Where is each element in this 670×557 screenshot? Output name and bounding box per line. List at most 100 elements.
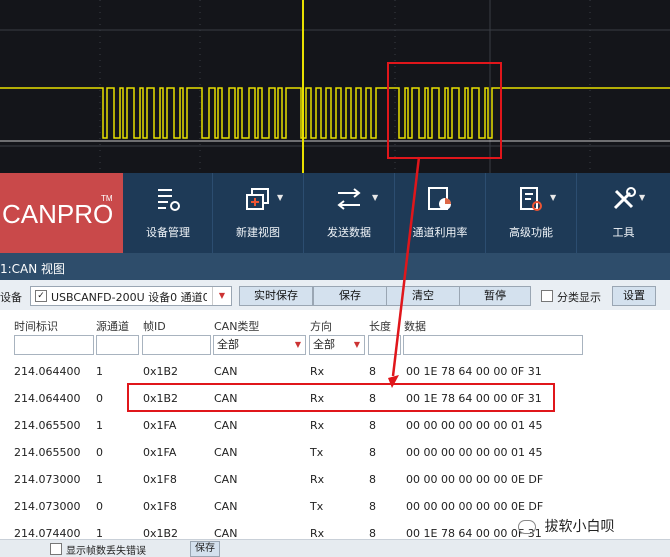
- frame-loss-label: 显示帧数丢失错误: [66, 546, 146, 557]
- filter-data-input[interactable]: [403, 335, 583, 355]
- realtime-save-button[interactable]: 实时保存: [239, 286, 313, 306]
- filter-timestamp-input[interactable]: [14, 335, 94, 355]
- frame-table: 时间标识 源通道 帧ID CAN类型 方向 长度 数据 全部 ▼ 全部 ▼ 21…: [0, 310, 670, 546]
- table-cell: 8: [369, 500, 376, 513]
- table-cell: 0: [96, 500, 103, 513]
- filter-length-input[interactable]: [368, 335, 401, 355]
- filter-source-channel-input[interactable]: [96, 335, 139, 355]
- table-cell: 00 00 00 00 00 00 01 45: [406, 446, 543, 459]
- table-cell: 0x1F8: [143, 500, 177, 513]
- table-cell: Rx: [310, 419, 325, 432]
- table-cell: CAN: [214, 473, 238, 486]
- header-frame-id: 帧ID: [143, 320, 166, 333]
- new-view-button[interactable]: ▼ 新建视图: [213, 173, 304, 253]
- table-cell: 8: [369, 365, 376, 378]
- save-button[interactable]: 保存: [313, 286, 387, 306]
- header-can-type: CAN类型: [214, 320, 260, 333]
- device-manage-label: 设备管理: [146, 226, 190, 239]
- table-row[interactable]: 214.065500 1 0x1FA CAN Rx 8 00 00 00 00 00 00 …: [0, 419, 670, 446]
- table-cell: 0x1FA: [143, 446, 177, 459]
- device-select[interactable]: ✓ USBCANFD-200U 设备0 通道0 ▼: [30, 286, 232, 306]
- table-cell: 1: [96, 365, 103, 378]
- table-cell: CAN: [214, 500, 238, 513]
- table-cell: CAN: [214, 365, 238, 378]
- table-cell: 1: [96, 473, 103, 486]
- logo-trademark: TM: [101, 194, 113, 203]
- new-view-label: 新建视图: [236, 226, 280, 239]
- filter-direction-select[interactable]: 全部 ▼: [309, 335, 365, 355]
- watermark: 拔软小白呗: [518, 516, 614, 536]
- new-view-dropdown-icon: ▼: [277, 193, 284, 202]
- advanced-dropdown-icon: ▼: [550, 193, 557, 202]
- tools-icon: [613, 187, 636, 210]
- channel-usage-icon: [428, 187, 451, 210]
- header-length: 长度: [369, 320, 391, 333]
- device-checkbox[interactable]: ✓: [35, 290, 47, 302]
- send-data-icon: [337, 188, 361, 210]
- table-cell: 214.073000: [14, 500, 81, 513]
- settings-button[interactable]: 设置: [612, 286, 656, 306]
- table-cell: 1: [96, 419, 103, 432]
- highlight-box-scope: [387, 62, 502, 159]
- header-data: 数据: [404, 320, 426, 333]
- table-cell: Tx: [310, 500, 324, 513]
- table-cell: 00 1E 78 64 00 00 0F 31: [406, 365, 542, 378]
- status-bar: 显示帧数丢失错误 保存: [0, 539, 670, 557]
- canpro-logo: CANPRO TM: [0, 173, 123, 253]
- device-manage-button[interactable]: 设备管理: [124, 173, 213, 253]
- advanced-icon: [520, 187, 542, 211]
- table-cell: 0: [96, 446, 103, 459]
- table-cell: 214.065500: [14, 419, 81, 432]
- table-cell: 214.073000: [14, 473, 81, 486]
- tools-label: 工具: [612, 226, 635, 239]
- chevron-down-icon: ▼: [294, 340, 301, 349]
- table-cell: 00 00 00 00 00 00 0E DF: [406, 473, 544, 486]
- waveform: [0, 0, 670, 173]
- frame-loss-checkbox[interactable]: [50, 543, 62, 555]
- can-signal-trace: [0, 87, 670, 139]
- tools-button[interactable]: ▼ 工具: [577, 173, 670, 253]
- classify-display-label: 分类显示: [557, 291, 601, 304]
- header-direction: 方向: [310, 320, 332, 333]
- chevron-down-icon: ▼: [212, 287, 231, 305]
- watermark-text: 拔软小白呗: [544, 519, 615, 535]
- table-cell: 8: [369, 419, 376, 432]
- pause-button[interactable]: 暂停: [459, 286, 531, 306]
- advanced-button[interactable]: ▼ 高级功能: [486, 173, 577, 253]
- table-cell: 8: [369, 446, 376, 459]
- wechat-icon: [518, 520, 536, 534]
- channel-usage-label: 通道利用率: [412, 226, 468, 239]
- status-save-button[interactable]: 保存: [190, 541, 220, 557]
- table-cell: 0: [96, 392, 103, 405]
- send-data-label: 发送数据: [327, 226, 371, 239]
- send-data-button[interactable]: ▼ 发送数据: [304, 173, 395, 253]
- table-cell: 00 00 00 00 00 00 01 45: [406, 419, 543, 432]
- table-cell: 214.065500: [14, 446, 81, 459]
- view-controls: 设备 ✓ USBCANFD-200U 设备0 通道0 ▼ 实时保存 保存 清空 …: [0, 280, 670, 311]
- table-row[interactable]: 214.065500 0 0x1FA CAN Tx 8 00 00 00 00 00 00 …: [0, 446, 670, 473]
- clear-button[interactable]: 清空: [386, 286, 460, 306]
- tools-dropdown-icon: ▼: [639, 193, 646, 202]
- classify-display-checkbox[interactable]: [541, 290, 553, 302]
- device-select-value: USBCANFD-200U 设备0 通道0: [51, 291, 207, 304]
- table-cell: Tx: [310, 446, 324, 459]
- new-view-icon: [246, 188, 269, 210]
- table-cell: Rx: [310, 365, 325, 378]
- filter-direction-value: 全部: [313, 338, 335, 351]
- filter-frame-id-input[interactable]: [142, 335, 211, 355]
- main-toolbar: CANPRO TM 设备管理 ▼ 新建视图 ▼ 发送数据 通道利用率 ▼ 高级功…: [0, 173, 670, 253]
- send-data-dropdown-icon: ▼: [372, 193, 379, 202]
- table-cell: 214.064400: [14, 392, 81, 405]
- oscilloscope-capture: [0, 0, 670, 173]
- table-cell: CAN: [214, 419, 238, 432]
- table-row[interactable]: 214.073000 1 0x1F8 CAN Rx 8 00 00 00 00 00 00 …: [0, 473, 670, 500]
- device-label: 设备: [0, 291, 22, 304]
- table-cell: Rx: [310, 473, 325, 486]
- channel-usage-button[interactable]: 通道利用率: [395, 173, 486, 253]
- device-manage-icon: [158, 189, 180, 211]
- view-title-bar: 1:CAN 视图: [0, 253, 670, 280]
- chevron-down-icon: ▼: [353, 340, 360, 349]
- table-cell: 00 00 00 00 00 00 0E DF: [406, 500, 544, 513]
- table-cell: 0x1B2: [143, 365, 179, 378]
- filter-can-type-select[interactable]: 全部 ▼: [213, 335, 306, 355]
